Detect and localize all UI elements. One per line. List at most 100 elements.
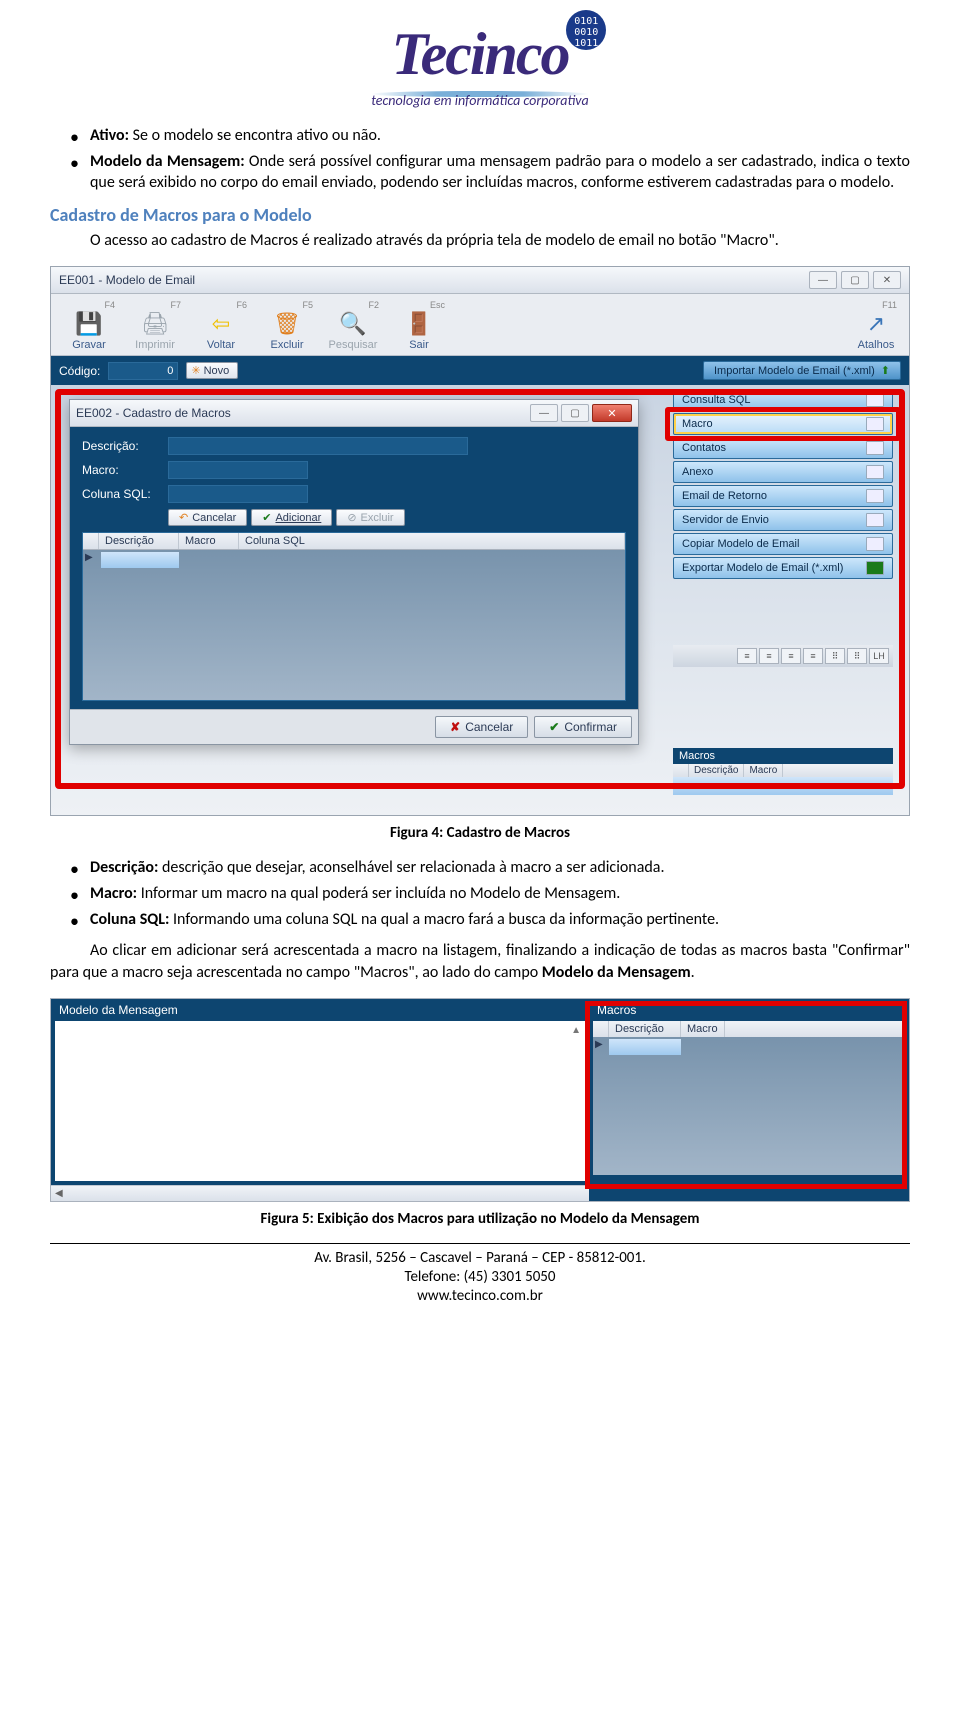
tool-imprimir[interactable]: F7 🖨 Imprimir [123,298,187,353]
horizontal-scrollbar[interactable]: ◀ [51,1185,589,1201]
bullet-text: Se o modelo se encontra ativo ou não. [129,126,381,145]
side-item-contatos[interactable]: Contatos [673,437,893,459]
codigo-input[interactable] [108,362,178,380]
dlg-maximize-button[interactable]: ▢ [561,404,589,422]
window-modelo-mensagem: Modelo da Mensagem ▲ ◀ Macros Descrição … [50,998,910,1202]
panel-title: Modelo da Mensagem [51,999,589,1021]
novo-label: Novo [204,365,230,377]
align-center-icon[interactable]: ≡ [759,648,779,664]
align-right-icon[interactable]: ≡ [781,648,801,664]
input-descricao[interactable] [168,437,468,455]
fkey-label: F11 [882,300,897,310]
panel-macros: Macros Descrição Macro ▶ [589,999,909,1201]
dlg-cancel-button[interactable]: ✘Cancelar [435,716,528,738]
para2-text-a: Ao clicar em adicionar será acrescentada… [50,941,910,982]
gridcol-macro[interactable]: Macro [179,533,239,549]
dlg-confirm-button[interactable]: ✔Confirmar [534,716,632,738]
bullet-label: Coluna SQL: [90,910,169,929]
panel-modelo-mensagem: Modelo da Mensagem ▲ ◀ [51,999,589,1201]
message-body-area[interactable]: ▲ [55,1021,585,1181]
side-label: Consulta SQL [682,394,750,406]
side-item-servidor-envio[interactable]: Servidor de Envio [673,509,893,531]
tool-label: Voltar [207,339,235,351]
side-label: Exportar Modelo de Email (*.xml) [682,562,843,574]
macros-grid-body[interactable]: ▶ [593,1037,905,1175]
input-macro[interactable] [168,461,308,479]
gridcol-coluna-sql[interactable]: Coluna SQL [239,533,625,549]
dialog-ee002: EE002 - Cadastro de Macros — ▢ ✕ Descriç… [69,399,639,745]
grid-body[interactable]: ▶ [83,550,625,700]
save-icon: 💾 [75,310,103,338]
bullet-ativo: Ativo: Se o modelo se encontra ativo ou … [70,125,910,147]
page-footer: Av. Brasil, 5256 – Cascavel – Paraná – C… [50,1243,910,1305]
side-item-exportar-xml[interactable]: Exportar Modelo de Email (*.xml) [673,557,893,579]
align-justify-icon[interactable]: ≡ [803,648,823,664]
side-item-macro[interactable]: Macro [673,413,893,435]
maximize-button[interactable]: ▢ [841,271,869,289]
tool-atalhos[interactable]: F11 ↗ Atalhos [849,298,903,353]
side-label: Macro [682,418,713,430]
minimize-button[interactable]: — [809,271,837,289]
btn-cancelar-inline[interactable]: ↶Cancelar [168,509,247,526]
side-item-anexo[interactable]: Anexo [673,461,893,483]
attach-icon [866,465,884,479]
close-button[interactable]: ✕ [873,271,901,289]
dlg-close-button[interactable]: ✕ [592,404,632,422]
server-icon [866,513,884,527]
import-xml-button[interactable]: Importar Modelo de Email (*.xml) ⬆ [703,361,901,380]
bullet-modelo-mensagem: Modelo da Mensagem: Onde será possível c… [70,151,910,194]
side-label: Copiar Modelo de Email [682,538,799,550]
lh-button[interactable]: LH [869,648,889,664]
check-icon: ✔ [262,511,271,524]
tool-pesquisar[interactable]: F2 🔍 Pesquisar [321,298,385,353]
x-icon: ✘ [450,720,460,734]
grid-cell-selected[interactable] [609,1039,681,1055]
tool-sair[interactable]: Esc 🚪 Sair [387,298,451,353]
side-item-consulta-sql[interactable]: Consulta SQL [673,389,893,411]
footer-phone: Telefone: (45) 3301 5050 [50,1268,910,1286]
para2-bold: Modelo da Mensagem [542,963,691,982]
gridcol-descricao[interactable]: Descrição [99,533,179,549]
fkey-label: F7 [170,300,181,310]
side-action-menu: Consulta SQL Macro Contatos Anexo Email … [673,389,893,579]
tool-excluir[interactable]: F5 🗑 Excluir [255,298,319,353]
export-icon [866,561,884,575]
search-icon: 🔍 [339,310,367,338]
exit-icon: 🚪 [405,310,433,338]
macro-icon [866,417,884,431]
undo-icon: ↶ [179,511,188,524]
fkey-label: F5 [302,300,313,310]
tool-gravar[interactable]: F4 💾 Gravar [57,298,121,353]
col-descricao[interactable]: Descrição [609,1021,681,1037]
btn-label: Excluir [361,512,394,524]
btn-adicionar[interactable]: ✔Adicionar [251,509,332,526]
tool-label: Excluir [270,339,303,351]
grid-cell-selected[interactable] [101,552,179,568]
btn-excluir-inline[interactable]: ⊘Excluir [336,509,404,526]
col-macro[interactable]: Macro [681,1021,725,1037]
new-icon: ✳ [191,364,200,377]
side-label: Email de Retorno [682,490,767,502]
scroll-up-icon[interactable]: ▲ [571,1025,581,1036]
list-number-icon[interactable]: ⠿ [847,648,867,664]
col-macro: Macro [744,764,783,777]
fkey-label: F4 [104,300,115,310]
input-coluna-sql[interactable] [168,485,308,503]
panel-title: Macros [589,999,909,1021]
bullet-text: descrição que desejar, aconselhável ser … [158,858,664,877]
tool-label: Gravar [72,339,106,351]
bullet-text: Informar um macro na qual poderá ser inc… [137,884,620,903]
side-item-email-retorno[interactable]: Email de Retorno [673,485,893,507]
tool-label: Sair [409,339,429,351]
dlg-minimize-button[interactable]: — [530,404,558,422]
shortcut-icon: ↗ [862,310,890,338]
import-icon: ⬆ [881,364,890,377]
side-item-copiar-modelo[interactable]: Copiar Modelo de Email [673,533,893,555]
tool-voltar[interactable]: F6 ⇦ Voltar [189,298,253,353]
bullet-macro: Macro: Informar um macro na qual poderá … [70,883,910,905]
toolbar: F4 💾 Gravar F7 🖨 Imprimir F6 ⇦ Voltar F5… [51,294,909,356]
fkey-label: F2 [368,300,379,310]
list-bullet-icon[interactable]: ⠿ [825,648,845,664]
novo-button[interactable]: ✳ Novo [186,362,238,379]
align-left-icon[interactable]: ≡ [737,648,757,664]
